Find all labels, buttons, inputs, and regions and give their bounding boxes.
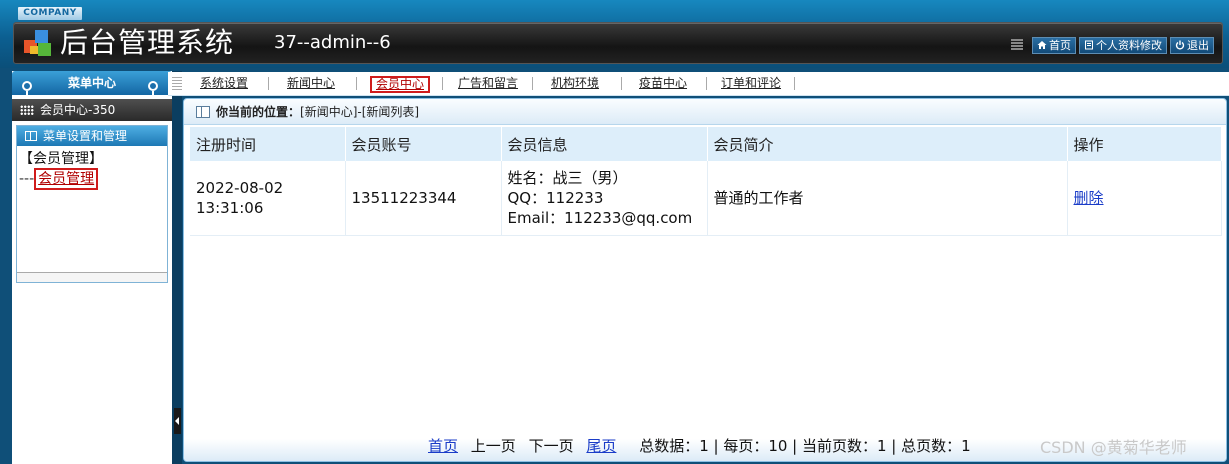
sidebar-module[interactable]: 会员中心-350 [12,99,172,121]
cell-action: 删除 [1067,161,1222,236]
column-header-account: 会员账号 [345,127,502,161]
tab-separator [532,77,533,90]
info-name: 姓名：战三（男） [507,168,628,187]
breadcrumb-path: [新闻中心]-[新闻列表] [300,105,420,119]
grip-icon [172,77,182,91]
tab-orders-reviews[interactable]: 订单和评论 [717,76,785,93]
breadcrumb-label: 你当前的位置： [216,105,301,119]
sidebar-divider [172,71,182,464]
cubes-logo-icon [24,30,51,56]
tab-separator [442,77,443,90]
cell-info: 姓名：战三（男） QQ：112233 Email：112233@qq.com [501,161,708,236]
profile-edit-button[interactable]: 个人资料修改 [1079,36,1167,54]
user-info: 37--admin--6 [274,32,391,53]
profile-edit-label: 个人资料修改 [1096,38,1162,52]
tab-system-settings[interactable]: 系统设置 [196,76,252,93]
pagination-stats: 总数据：1 | 每页：10 | 当前页数：1 | 总页数：1 [639,437,971,455]
menu-item-prefix: --- [19,171,35,187]
menu-box-footer [17,272,167,282]
sidebar-module-label: 会员中心-350 [40,103,116,117]
column-header-intro: 会员简介 [707,127,1068,161]
header-links: 首页 个人资料修改 退出 [1011,36,1214,54]
document-icon [1085,40,1093,50]
last-page-link[interactable]: 尾页 [586,437,616,455]
tab-news-center[interactable]: 新闻中心 [283,76,339,93]
app-title: 后台管理系统 [60,26,235,59]
home-button[interactable]: 首页 [1032,36,1076,54]
menu-item-row: --- 会员管理 [17,168,167,192]
column-header-info: 会员信息 [501,127,708,161]
pin-icon [148,81,158,100]
book-icon [25,131,37,141]
menu-box-title: 菜单设置和管理 [43,129,128,143]
grid-dots-icon [20,105,34,115]
register-time: 13:31:06 [196,198,264,217]
company-badge: COMPANY [18,7,82,20]
sidebar-item-member-management[interactable]: 会员管理 [34,168,99,190]
tab-separator [706,77,707,90]
tab-member-center[interactable]: 会员中心 [370,76,431,93]
column-header-action: 操作 [1067,127,1222,161]
cell-intro: 普通的工作者 [707,161,1068,236]
first-page-link[interactable]: 首页 [428,437,458,455]
member-table: 注册时间 会员账号 会员信息 会员简介 操作 2022-08-02 13:31:… [190,127,1222,236]
pagination: 首页 上一页 下一页 尾页 总数据：1 | 每页：10 | 当前页数：1 | 总… [428,435,971,457]
title-bar: 后台管理系统 37--admin--6 首页 个人资料修改 退出 [13,22,1223,64]
tab-separator [356,77,357,90]
tab-vaccine-center[interactable]: 疫苗中心 [635,76,691,93]
cell-register-time: 2022-08-02 13:31:06 [190,161,346,236]
header-bar: COMPANY 后台管理系统 37--admin--6 首页 个人资料修改 退出 [0,0,1229,68]
top-navigation: 系统设置 新闻中心 会员中心 广告和留言 机构环境 疫苗中心 订单和评论 [168,72,1229,96]
menu-group-label: 【会员管理】 [19,151,103,167]
tab-separator [621,77,622,90]
logout-button[interactable]: 退出 [1170,36,1214,54]
info-email: Email：112233@qq.com [507,208,693,227]
panel-icon [196,106,210,118]
info-qq: QQ：112233 [507,188,604,207]
cell-account: 13511223344 [345,161,502,236]
table-header-row: 注册时间 会员账号 会员信息 会员简介 操作 [190,127,1222,161]
next-page-button[interactable]: 下一页 [529,437,574,455]
table-row: 2022-08-02 13:31:06 13511223344 姓名：战三（男）… [190,161,1222,236]
logout-label: 退出 [1187,38,1209,52]
prev-page-button[interactable]: 上一页 [471,437,516,455]
tab-institution-environment[interactable]: 机构环境 [547,76,603,93]
power-icon [1175,40,1185,50]
watermark: CSDN @黄菊华老师 [1040,438,1187,457]
main-panel: 你当前的位置：[新闻中心]-[新闻列表] 注册时间 会员账号 会员信息 会员简介… [183,98,1227,462]
sidebar-title: 菜单中心 [67,76,116,90]
grip-icon [1011,39,1023,51]
tab-ads-messages[interactable]: 广告和留言 [454,76,522,93]
home-label: 首页 [1049,38,1071,52]
menu-box: 菜单设置和管理 【会员管理】 --- 会员管理 [16,125,168,283]
breadcrumb: 你当前的位置：[新闻中心]-[新闻列表] [184,99,1226,125]
sidebar: 菜单中心 会员中心-350 菜单设置和管理 【会员管理】 --- 会员管理 [12,71,172,464]
menu-box-header[interactable]: 菜单设置和管理 [17,126,167,146]
register-date: 2022-08-02 [196,178,284,197]
delete-link[interactable]: 删除 [1074,189,1104,207]
pin-icon [22,81,32,100]
sidebar-collapse-toggle[interactable] [174,408,181,434]
tab-separator [268,77,269,90]
column-header-register-time: 注册时间 [190,127,346,161]
home-icon [1037,41,1047,49]
tab-separator [794,77,795,90]
